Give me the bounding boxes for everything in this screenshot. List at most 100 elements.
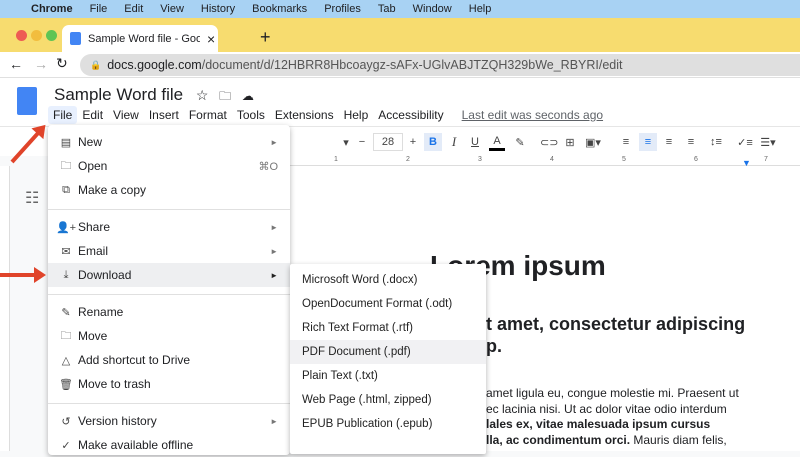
text-color-button[interactable]: A — [489, 133, 505, 151]
url-path: /document/d/12HBRR8Hbcoaygz-sAFx-UGlvABJ… — [201, 58, 623, 72]
mac-menu-chrome[interactable]: Chrome — [31, 3, 73, 15]
docs-menu-bar: File Edit View Insert Format Tools Exten… — [48, 106, 608, 124]
ruler-mark: 4 — [550, 156, 554, 163]
address-bar[interactable]: 🔒 docs.google.com/document/d/12HBRR8Hbco… — [80, 54, 800, 76]
submenu-arrow-icon: ► — [270, 222, 278, 232]
drive-shortcut-icon: △ — [61, 354, 71, 367]
file-menu-download[interactable]: ⤓ Download ► — [48, 263, 290, 287]
menu-divider — [48, 403, 290, 404]
ruler-mark: 6 — [694, 156, 698, 163]
download-txt[interactable]: Plain Text (.txt) — [290, 364, 486, 388]
download-odt[interactable]: OpenDocument Format (.odt) — [290, 292, 486, 316]
back-icon[interactable]: ← — [9, 56, 23, 72]
move-folder-icon[interactable]: 🗀 — [219, 89, 231, 103]
align-right-icon[interactable]: ≡ — [661, 133, 677, 151]
tab-close-icon[interactable]: × — [207, 31, 215, 47]
docs-home-icon[interactable] — [17, 87, 37, 115]
italic-button[interactable]: I — [446, 133, 462, 151]
forward-icon[interactable]: → — [34, 56, 48, 72]
mac-menu-edit[interactable]: Edit — [124, 3, 143, 15]
reload-icon[interactable]: ↻ — [56, 55, 68, 72]
trash-icon: 🗑 — [59, 378, 73, 391]
download-docx[interactable]: Microsoft Word (.docx) — [290, 268, 486, 292]
lock-icon: 🔒 — [90, 59, 102, 70]
mac-menu-window[interactable]: Window — [413, 3, 452, 15]
line-spacing-icon[interactable]: ↕≡ — [708, 133, 724, 151]
underline-button[interactable]: U — [467, 133, 483, 151]
ruler-mark: 1 — [334, 156, 338, 163]
download-epub[interactable]: EPUB Publication (.epub) — [290, 412, 486, 436]
ruler-mark: 2 — [406, 156, 410, 163]
cloud-status-icon[interactable]: ☁ — [242, 89, 254, 103]
last-edit-link[interactable]: Last edit was seconds ago — [457, 106, 608, 124]
file-menu-new[interactable]: ▤ New ► — [48, 130, 290, 154]
menu-accessibility[interactable]: Accessibility — [373, 106, 448, 124]
comment-icon[interactable]: ⊞ — [562, 133, 578, 151]
ruler-mark: 7 — [764, 156, 768, 163]
download-rtf[interactable]: Rich Text Format (.rtf) — [290, 316, 486, 340]
shortcut-text: ⌘O — [258, 160, 278, 173]
align-left-icon[interactable]: ≡ — [618, 133, 634, 151]
image-icon[interactable]: ▣▾ — [585, 133, 601, 151]
menu-file[interactable]: File — [48, 106, 78, 124]
bulleted-list-icon[interactable]: ☰▾ — [760, 133, 776, 151]
browser-tab[interactable]: Sample Word file - Google Doc × — [62, 25, 218, 52]
menu-extensions[interactable]: Extensions — [270, 106, 339, 124]
menu-format[interactable]: Format — [184, 106, 232, 124]
docs-favicon-icon — [70, 32, 81, 45]
font-dropdown-icon[interactable]: ▾ — [338, 133, 354, 151]
history-icon: ↺ — [61, 415, 71, 428]
mac-menu-view[interactable]: View — [160, 3, 184, 15]
mac-menu-help[interactable]: Help — [469, 3, 492, 15]
menu-divider — [48, 294, 290, 295]
highlight-icon[interactable]: ✎ — [512, 133, 528, 151]
document-title[interactable]: Sample Word file ☆ 🗀 ☁ — [54, 85, 254, 108]
file-menu-make-offline[interactable]: ✓ Make available offline — [48, 433, 290, 457]
file-menu-email[interactable]: ✉ Email ► — [48, 239, 290, 263]
horizontal-ruler[interactable]: 1 2 3 4 5 6 7 ▼ — [290, 156, 800, 168]
decrease-font-size-button[interactable]: − — [354, 133, 370, 151]
menu-tools[interactable]: Tools — [232, 106, 270, 124]
font-size-input[interactable]: 28 — [373, 133, 403, 151]
ruler-mark: 3 — [478, 156, 482, 163]
file-menu-make-copy[interactable]: ⧉ Make a copy — [48, 178, 290, 202]
heading-2: t amet, consectetur adipiscing p. — [486, 314, 746, 356]
mac-menu-tab[interactable]: Tab — [378, 3, 396, 15]
file-menu-open[interactable]: 🗀 Open ⌘O — [48, 154, 290, 178]
mac-menu-history[interactable]: History — [201, 3, 235, 15]
align-center-icon[interactable]: ≡ — [639, 133, 657, 151]
download-pdf[interactable]: PDF Document (.pdf) — [290, 340, 486, 364]
justify-icon[interactable]: ≡ — [683, 133, 699, 151]
menu-edit[interactable]: Edit — [77, 106, 108, 124]
mac-menu-profiles[interactable]: Profiles — [324, 3, 361, 15]
document-icon: ▤ — [60, 136, 72, 149]
link-icon[interactable]: ⊂⊃ — [540, 133, 558, 151]
mac-menu-bookmarks[interactable]: Bookmarks — [252, 3, 307, 15]
new-tab-button[interactable]: + — [260, 27, 271, 48]
bold-button[interactable]: B — [424, 133, 442, 151]
menu-insert[interactable]: Insert — [144, 106, 184, 124]
checklist-icon[interactable]: ✓≡ — [737, 133, 753, 151]
file-menu-move-to-trash[interactable]: 🗑 Move to trash — [48, 372, 290, 396]
file-menu-share[interactable]: 👤+ Share ► — [48, 215, 290, 239]
mac-menu-file[interactable]: File — [90, 3, 108, 15]
vertical-ruler — [0, 166, 10, 451]
star-icon[interactable]: ☆ — [196, 87, 209, 103]
file-menu-version-history[interactable]: ↺ Version history ► — [48, 409, 290, 433]
close-window-button[interactable] — [16, 30, 27, 41]
submenu-arrow-icon: ► — [270, 246, 278, 256]
submenu-arrow-icon: ► — [270, 416, 278, 426]
file-menu-rename[interactable]: ✎ Rename — [48, 300, 290, 324]
submenu-arrow-icon: ► — [270, 137, 278, 147]
increase-font-size-button[interactable]: + — [405, 133, 421, 151]
minimize-window-button[interactable] — [31, 30, 42, 41]
file-menu-move[interactable]: 🗀 Move — [48, 324, 290, 348]
folder-icon: 🗀 — [60, 159, 72, 172]
maximize-window-button[interactable] — [46, 30, 57, 41]
menu-view[interactable]: View — [108, 106, 144, 124]
document-title-text[interactable]: Sample Word file — [54, 85, 183, 104]
file-menu-add-shortcut[interactable]: △ Add shortcut to Drive — [48, 348, 290, 372]
document-outline-icon[interactable]: ☷ — [25, 188, 39, 208]
menu-help[interactable]: Help — [339, 106, 374, 124]
download-html[interactable]: Web Page (.html, zipped) — [290, 388, 486, 412]
